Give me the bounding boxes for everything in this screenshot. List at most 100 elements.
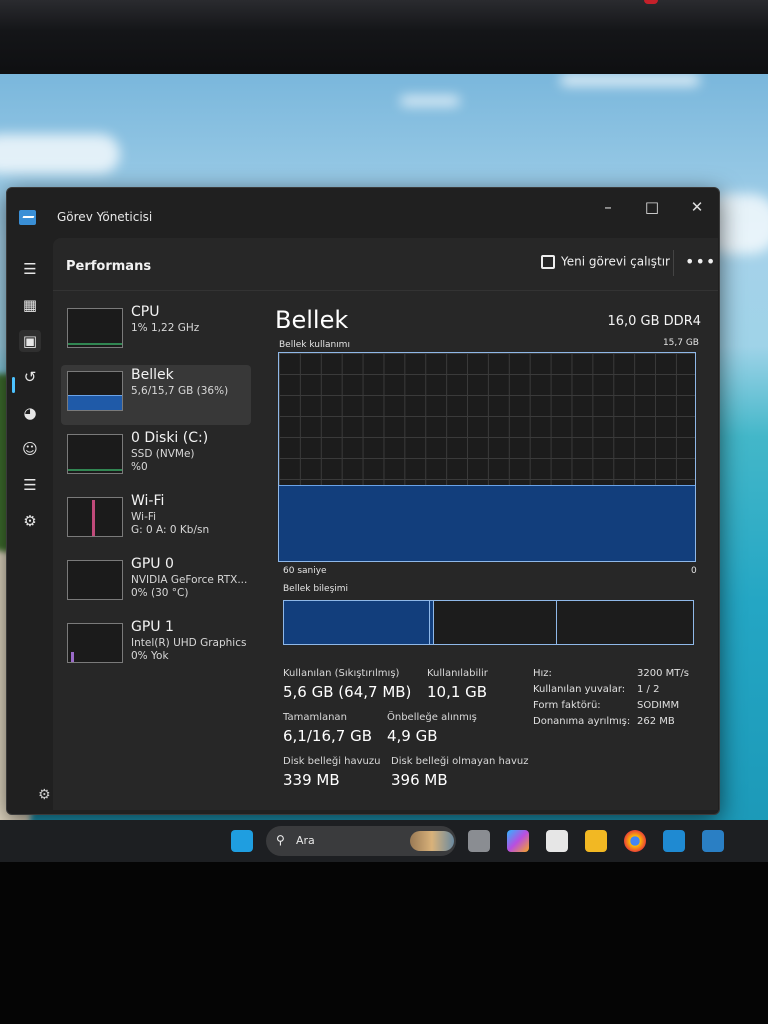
stat-label: Disk belleği havuzu — [283, 756, 381, 767]
gpu0-thumbnail-graph — [67, 560, 123, 600]
composition-free[interactable] — [556, 601, 693, 644]
perf-item-gpu0[interactable]: GPU 0 NVIDIA GeForce RTX... 0% (30 °C) — [61, 554, 251, 614]
search-icon: ⚲ — [276, 833, 285, 847]
gpu1-thumbnail-graph — [67, 623, 123, 663]
close-button[interactable]: ✕ — [680, 194, 714, 220]
stat-value: 6,1/16,7 GB — [283, 727, 372, 745]
perf-item-detail-line2: G: 0 A: 0 Kb/sn — [131, 524, 210, 536]
details-icon[interactable]: ☰ — [19, 474, 41, 496]
time-span-label: 60 saniye — [283, 566, 327, 576]
taskbar: ⚲ Ara — [0, 820, 768, 862]
monitor-bottom-bezel — [0, 862, 768, 1024]
perf-item-memory[interactable]: Bellek 5,6/15,7 GB (36%) — [61, 365, 251, 425]
wifi-thumbnail-graph — [67, 497, 123, 537]
memory-usage-graph — [278, 352, 696, 562]
perf-item-detail-line2: %0 — [131, 461, 148, 473]
spec-value: 3200 MT/s — [637, 668, 689, 679]
processes-icon[interactable]: ▦ — [19, 294, 41, 316]
task-view-icon[interactable] — [468, 830, 490, 852]
header-divider — [673, 250, 674, 276]
monitor-bezel — [0, 0, 768, 78]
composition-standby[interactable] — [434, 601, 557, 644]
chrome-icon[interactable] — [624, 830, 646, 852]
memory-spec: 16,0 GB DDR4 — [607, 314, 701, 329]
task-manager-icon — [19, 210, 36, 225]
app-history-icon[interactable]: ↺ — [19, 366, 41, 388]
perf-item-wifi[interactable]: Wi-Fi Wi-Fi G: 0 A: 0 Kb/sn — [61, 491, 251, 551]
run-task-icon — [541, 254, 555, 269]
perf-item-name: CPU — [131, 304, 160, 320]
file-explorer-icon[interactable] — [585, 830, 607, 852]
spec-value: 262 MB — [637, 716, 675, 727]
perf-item-cpu[interactable]: CPU 1% 1,22 GHz — [61, 302, 251, 362]
spec-key: Hız: — [533, 668, 552, 679]
stat-committed: Tamamlanan 6,1/16,7 GB — [283, 712, 372, 745]
perf-item-detail: Intel(R) UHD Graphics 0% Yok — [131, 637, 246, 663]
bezel-light — [644, 0, 658, 4]
perf-item-detail-line2: 0% (30 °C) — [131, 587, 189, 599]
stat-in-use: Kullanılan (Sıkıştırılmış) 5,6 GB (64,7 … — [283, 668, 411, 701]
copilot-icon[interactable] — [507, 830, 529, 852]
store-icon[interactable] — [546, 830, 568, 852]
spec-value: 1 / 2 — [637, 684, 660, 695]
performance-icon[interactable]: ▣ — [19, 330, 41, 352]
stat-cached: Önbelleğe alınmış 4,9 GB — [387, 712, 477, 745]
task-manager-taskbar-icon[interactable] — [702, 830, 724, 852]
memory-detail-panel: Bellek 16,0 GB DDR4 Bellek kullanımı 15,… — [273, 296, 713, 806]
stat-paged-pool: Disk belleği havuzu 339 MB — [283, 756, 380, 789]
run-new-task-button[interactable]: Yeni görevi çalıştır — [541, 254, 670, 274]
main-content: Performans Yeni görevi çalıştır ••• CPU … — [53, 238, 718, 810]
settings-gear-icon[interactable]: ⚙ — [38, 787, 54, 803]
services-icon[interactable]: ⚙ — [19, 510, 41, 532]
perf-item-detail-line1: SSD (NVMe) — [131, 448, 195, 460]
memory-usage-label: Bellek kullanımı — [279, 340, 350, 350]
perf-item-name: Wi-Fi — [131, 493, 165, 509]
window-title: Görev Yöneticisi — [57, 210, 153, 224]
vscode-icon[interactable] — [663, 830, 685, 852]
stat-available: Kullanılabilir 10,1 GB — [427, 668, 488, 701]
time-end-label: 0 — [691, 566, 697, 576]
memory-composition-label: Bellek bileşimi — [283, 584, 349, 594]
stat-label: Tamamlanan — [283, 712, 347, 723]
perf-item-detail-line1: Wi-Fi — [131, 511, 157, 523]
spec-value: SODIMM — [637, 700, 680, 711]
perf-item-detail-line1: Intel(R) UHD Graphics — [131, 637, 247, 649]
stat-value: 10,1 GB — [427, 683, 488, 701]
task-manager-window: Görev Yöneticisi – □ ✕ ☰ ▦ ▣ ↺ ◕ ☺ ☰ ⚙ P… — [6, 187, 720, 815]
perf-item-detail: Wi-Fi G: 0 A: 0 Kb/sn — [131, 511, 209, 537]
composition-in-use[interactable] — [284, 601, 430, 644]
minimize-button[interactable]: – — [591, 194, 625, 220]
memory-usage-area — [279, 485, 695, 561]
perf-item-gpu1[interactable]: GPU 1 Intel(R) UHD Graphics 0% Yok — [61, 617, 251, 677]
menu-icon[interactable]: ☰ — [19, 258, 41, 280]
detail-title: Bellek — [275, 306, 349, 334]
nav-selection-indicator — [12, 377, 15, 393]
page-header: Performans Yeni görevi çalıştır ••• — [53, 238, 718, 291]
perf-item-name: GPU 0 — [131, 556, 174, 572]
start-icon[interactable] — [231, 830, 253, 852]
perf-item-disk[interactable]: 0 Diski (C:) SSD (NVMe) %0 — [61, 428, 251, 488]
perf-item-name: GPU 1 — [131, 619, 174, 635]
stat-label: Kullanılabilir — [427, 668, 488, 679]
title-bar[interactable]: Görev Yöneticisi – □ ✕ — [7, 188, 719, 232]
maximize-button[interactable]: □ — [635, 194, 669, 220]
stat-label: Önbelleğe alınmış — [387, 712, 477, 723]
stat-value: 339 MB — [283, 771, 340, 789]
stat-label: Kullanılan (Sıkıştırılmış) — [283, 668, 400, 679]
users-icon[interactable]: ☺ — [19, 438, 41, 460]
stat-label: Disk belleği olmayan havuz — [391, 756, 529, 767]
stat-nonpaged-pool: Disk belleği olmayan havuz 396 MB — [391, 756, 528, 789]
stat-value: 5,6 GB (64,7 MB) — [283, 683, 412, 701]
perf-item-detail-line2: 0% Yok — [131, 650, 169, 662]
taskbar-search[interactable]: ⚲ Ara — [266, 826, 456, 856]
startup-icon[interactable]: ◕ — [19, 402, 41, 424]
stat-value: 396 MB — [391, 771, 448, 789]
spec-key: Kullanılan yuvalar: — [533, 684, 626, 695]
memory-composition-bar — [283, 600, 694, 645]
memory-usage-max: 15,7 GB — [662, 338, 699, 348]
perf-item-detail-line1: NVIDIA GeForce RTX... — [131, 574, 248, 586]
stat-value: 4,9 GB — [387, 727, 438, 745]
spec-key: Form faktörü: — [533, 700, 601, 711]
perf-item-detail: 5,6/15,7 GB (36%) — [131, 385, 229, 397]
more-options-button[interactable]: ••• — [685, 252, 716, 271]
